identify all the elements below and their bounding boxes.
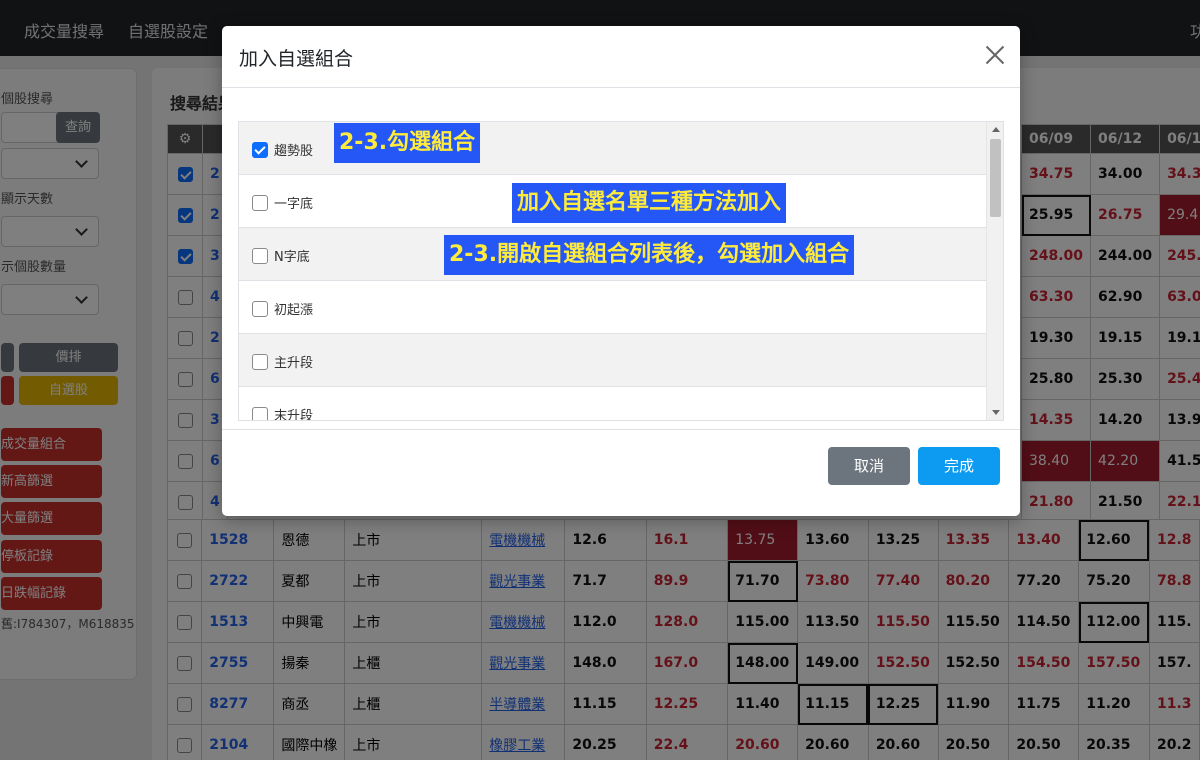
list-item-final-rise[interactable]: 末升段 (239, 387, 987, 421)
modal-title: 加入自選組合 (239, 48, 354, 70)
modal-footer: 取消 完成 (222, 429, 1020, 516)
annotation-three-methods: 加入自選名單三種方法加入 (512, 183, 787, 223)
list-item-initial-rise[interactable]: 初起漲 (239, 281, 987, 334)
scroll-thumb[interactable] (990, 139, 1001, 217)
group-label: N字底 (274, 250, 310, 265)
group-checkbox-flat-bottom[interactable] (252, 195, 268, 211)
scroll-up-arrow-icon[interactable] (992, 127, 1000, 132)
group-checkbox-initial-rise[interactable] (252, 301, 268, 317)
group-label: 初起漲 (274, 303, 314, 318)
annotation-open-list-check: 2-3.開啟自選組合列表後，勾選加入組合 (444, 235, 855, 275)
group-label: 主升段 (274, 356, 314, 371)
scroll-down-arrow-icon[interactable] (992, 410, 1000, 415)
cancel-button[interactable]: 取消 (828, 447, 910, 485)
list-item-main-rise[interactable]: 主升段 (239, 334, 987, 387)
annotation-check-group: 2-3.勾選組合 (334, 123, 481, 163)
close-icon[interactable] (984, 44, 1006, 66)
group-label: 一字底 (274, 197, 314, 212)
group-checkbox-trend[interactable] (252, 142, 268, 158)
group-label: 末升段 (274, 409, 314, 421)
group-checkbox-final-rise[interactable] (252, 407, 268, 420)
group-checkbox-n-bottom[interactable] (252, 248, 268, 264)
list-scrollbar[interactable] (986, 122, 1003, 420)
group-checkbox-main-rise[interactable] (252, 354, 268, 370)
modal-header: 加入自選組合 (222, 26, 1020, 88)
add-to-watchlist-modal: 加入自選組合 趨勢股 一字底 N字底 初起漲 主升段 末升段 2-3.勾選組合 … (222, 26, 1020, 516)
group-label: 趨勢股 (274, 144, 314, 159)
done-button[interactable]: 完成 (918, 447, 1000, 485)
